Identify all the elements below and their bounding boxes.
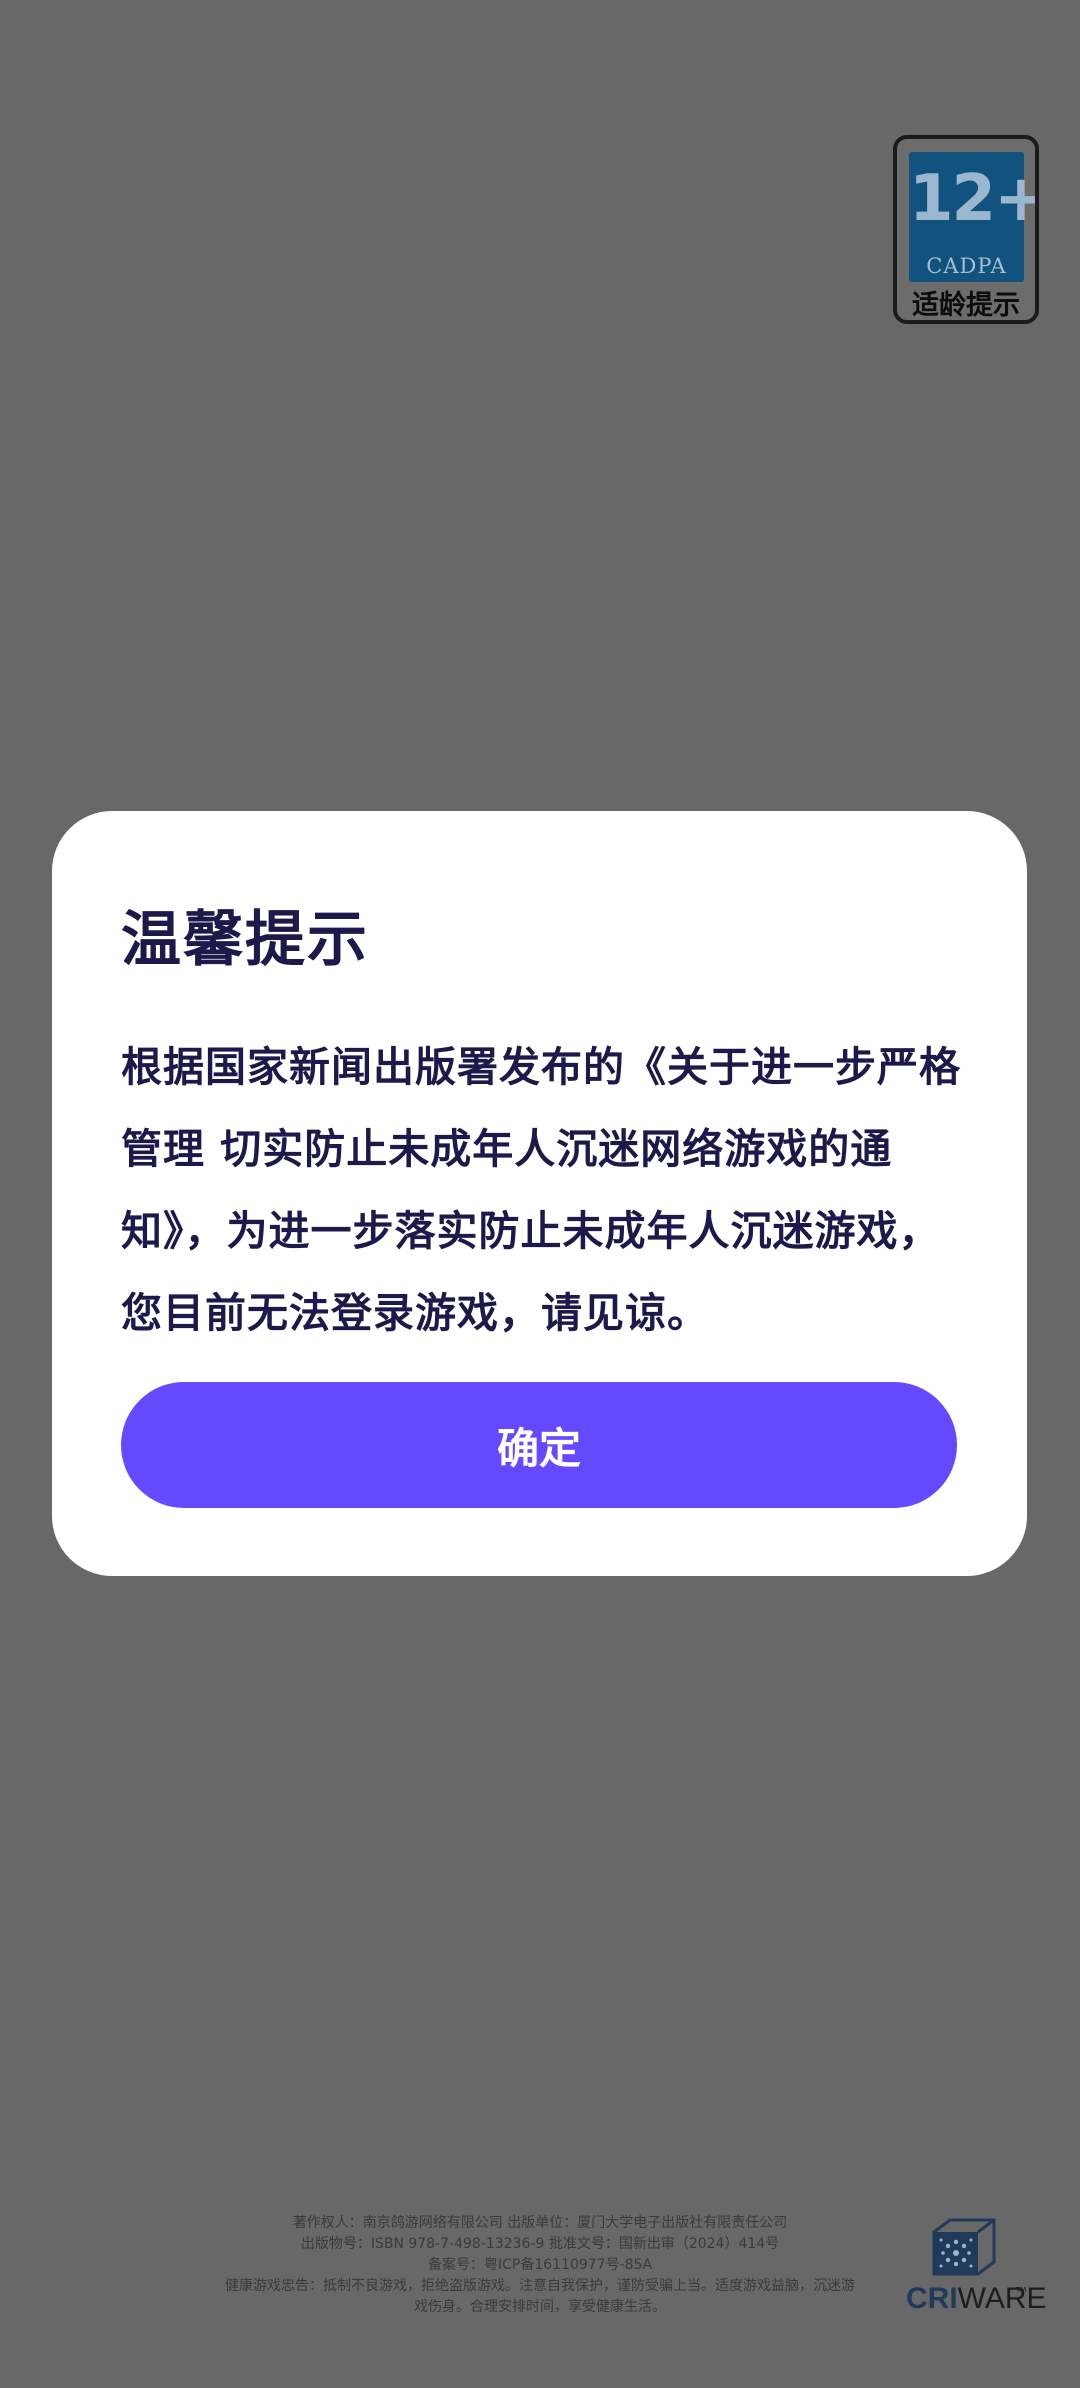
criware-brand-regular: WARE — [957, 2282, 1047, 2315]
dialog-title: 温馨提示 — [121, 905, 369, 975]
footer-publication-line: 出版物号：ISBN 978-7-498-13236-9 批准文号：国新出审（20… — [300, 2236, 780, 2252]
criware-logo: CRIWARE TM — [902, 2216, 1047, 2320]
criware-trademark: TM — [1016, 2286, 1027, 2294]
footer-icp-line: 备案号：粤ICP备16110977号-85A — [427, 2257, 653, 2273]
age-rating-panel: 12+ CADPA — [909, 152, 1039, 282]
legal-footer: 著作权人：南京鸽游网络有限公司 出版单位：厦门大学电子出版社有限责任公司 出版物… — [205, 2213, 875, 2318]
age-rating-label: 适龄提示 — [912, 290, 1020, 321]
age-rating-number: 12+ — [909, 162, 1039, 236]
confirm-button[interactable]: 确定 — [121, 1382, 957, 1508]
footer-health-advice-line-2: 戏伤身。合理安排时间，享受健康生活。 — [414, 2299, 666, 2315]
dialog-message: 根据国家新闻出版署发布的《关于进一步严格管理 切实防止未成年人沉迷网络游戏的通知… — [121, 1043, 961, 1337]
criware-brand-bold: CRI — [906, 2282, 958, 2315]
criware-cube-icon — [932, 2218, 996, 2276]
age-rating-org: CADPA — [926, 254, 1007, 278]
notice-dialog: 温馨提示 根据国家新闻出版署发布的《关于进一步严格管理 切实防止未成年人沉迷网络… — [52, 811, 1027, 1576]
footer-health-advice-line: 健康游戏忠告：抵制不良游戏，拒绝盗版游戏。注意自我保护，谨防受骗上当。适度游戏益… — [225, 2278, 855, 2294]
app-screen: 12+ CADPA 适龄提示 温馨提示 根据国家新闻出版署发布的《关于进一步严格… — [0, 0, 1080, 2388]
age-rating-badge[interactable]: 12+ CADPA 适龄提示 — [893, 135, 1039, 324]
footer-copyright-line: 著作权人：南京鸽游网络有限公司 出版单位：厦门大学电子出版社有限责任公司 — [292, 2215, 788, 2231]
